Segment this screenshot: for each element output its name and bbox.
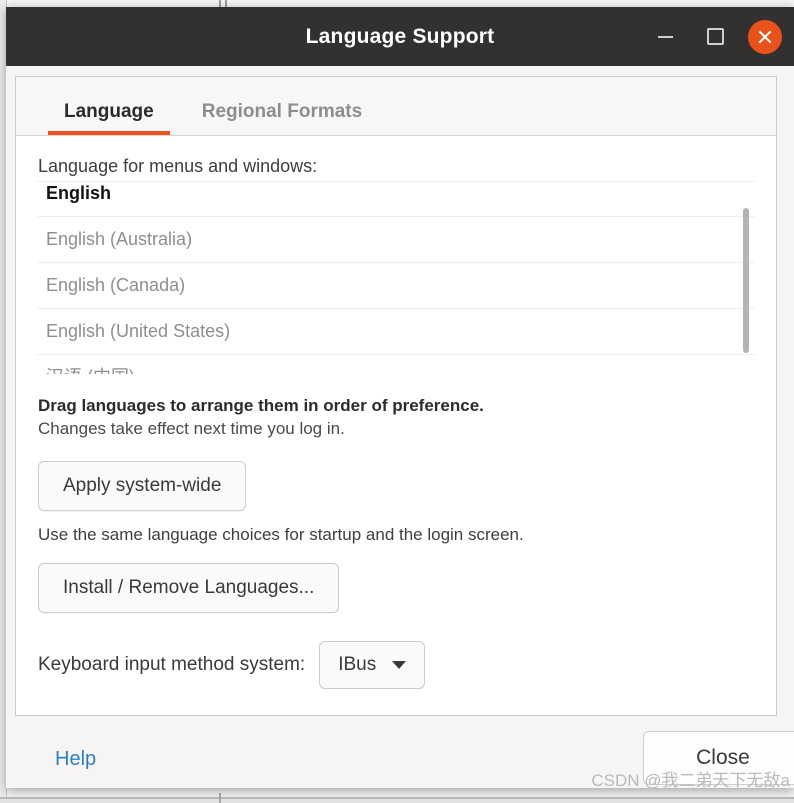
language-list-scrollbar[interactable] — [742, 182, 750, 374]
list-item[interactable]: English (United States) — [38, 309, 754, 355]
tab-language-label: Language — [64, 101, 154, 122]
scrollbar-thumb[interactable] — [743, 208, 749, 353]
input-method-row: Keyboard input method system: IBus — [38, 641, 754, 689]
apply-note: Use the same language choices for startu… — [38, 525, 524, 544]
minimize-button[interactable] — [648, 20, 682, 54]
apply-system-wide-button[interactable]: Apply system-wide — [38, 461, 247, 511]
input-method-select[interactable]: IBus — [319, 641, 426, 689]
list-item-label: English (United States) — [46, 321, 231, 341]
list-item-label: English — [46, 183, 112, 203]
language-support-window: Language Support Language Regional Forma… — [6, 7, 794, 788]
list-item-label: English (Australia) — [46, 229, 193, 249]
close-window-button[interactable] — [748, 19, 782, 54]
window-controls — [648, 7, 782, 66]
changes-hint: Changes take effect next time you log in… — [38, 419, 345, 438]
section-label-language-for-menus: Language for menus and windows: — [38, 156, 318, 176]
maximize-icon — [706, 28, 724, 45]
window-body: Language Regional Formats Language for m… — [6, 66, 794, 788]
install-remove-languages-label: Install / Remove Languages... — [63, 577, 315, 598]
drag-hint: Drag languages to arrange them in order … — [38, 396, 484, 415]
watermark: CSDN @我二弟天下无敌a — [591, 771, 790, 790]
language-list[interactable]: English English (Australia) English (Can… — [38, 181, 754, 374]
background-bottom-seam — [219, 793, 221, 803]
list-item[interactable]: 汉语 (中国) — [38, 355, 754, 374]
window-titlebar[interactable]: Language Support — [6, 7, 794, 66]
chevron-down-icon — [392, 661, 407, 669]
list-item-label: English (Canada) — [46, 275, 186, 295]
window-title: Language Support — [305, 24, 495, 48]
list-item[interactable]: English — [38, 182, 754, 217]
list-item-label: 汉语 (中国) — [46, 367, 135, 374]
tab-regional-formats[interactable]: Regional Formats — [178, 101, 386, 135]
tab-language[interactable]: Language — [40, 101, 178, 135]
maximize-button[interactable] — [698, 20, 732, 54]
apply-system-wide-label: Apply system-wide — [63, 475, 222, 496]
language-list-scroller: English English (Australia) English (Can… — [38, 182, 754, 374]
list-item[interactable]: English (Australia) — [38, 217, 754, 263]
language-tab-panel: Language for menus and windows: English … — [16, 136, 776, 689]
background-bottom-band — [0, 799, 794, 803]
minimize-icon — [657, 35, 673, 38]
content-panel: Language Regional Formats Language for m… — [15, 76, 777, 716]
tab-bar: Language Regional Formats — [16, 77, 776, 136]
tab-regional-formats-label: Regional Formats — [201, 101, 363, 122]
input-method-label: Keyboard input method system: — [38, 654, 306, 675]
input-method-value: IBus — [338, 654, 377, 675]
close-icon — [757, 29, 773, 45]
screen: Language Support Language Regional Forma… — [0, 0, 794, 803]
help-link[interactable]: Help — [55, 748, 96, 771]
list-item[interactable]: English (Canada) — [38, 263, 754, 309]
install-remove-languages-button[interactable]: Install / Remove Languages... — [38, 563, 340, 613]
